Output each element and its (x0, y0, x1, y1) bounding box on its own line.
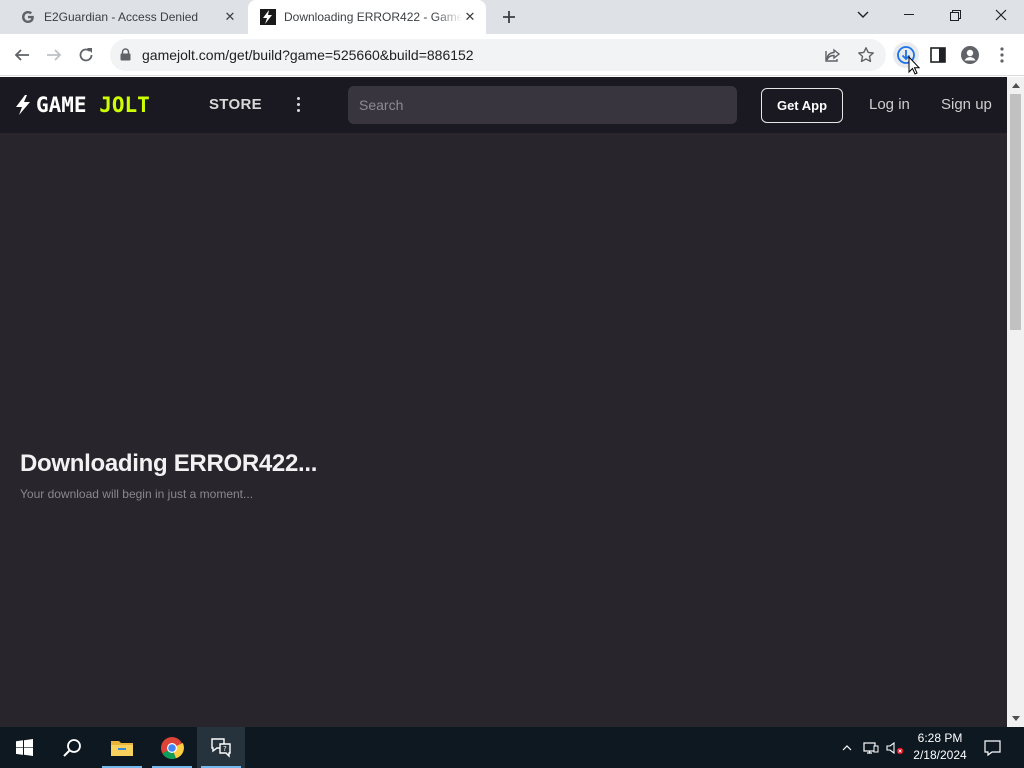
page-viewport: GAME JOLT STORE Get App Log in Sign up D… (0, 77, 1024, 727)
clock-date: 2/18/2024 (913, 748, 967, 762)
notification-center-icon[interactable] (980, 727, 1004, 768)
address-bar[interactable]: gamejolt.com/get/build?game=525660&build… (110, 39, 886, 71)
new-tab-button[interactable] (497, 5, 521, 29)
network-icon[interactable] (860, 727, 882, 768)
side-panel-icon[interactable] (925, 42, 951, 68)
tab-search-icon[interactable] (840, 0, 886, 30)
volume-muted-icon[interactable] (884, 727, 906, 768)
bolt-icon (16, 95, 30, 115)
signup-link[interactable]: Sign up (941, 96, 992, 113)
page-title: Downloading ERROR422... (20, 450, 318, 477)
get-app-button[interactable]: Get App (761, 88, 843, 123)
site-search-input[interactable] (348, 86, 737, 124)
restore-button[interactable] (932, 0, 978, 30)
browser-menu-icon[interactable] (989, 42, 1015, 68)
download-notice: Your download will begin in just a momen… (20, 487, 254, 501)
windows-logo-icon (15, 739, 33, 756)
close-tab-icon[interactable]: ✕ (462, 9, 478, 25)
file-explorer-icon[interactable] (98, 727, 146, 768)
forward-button[interactable] (40, 41, 68, 69)
minimize-button[interactable] (886, 0, 932, 30)
gamejolt-icon (260, 9, 276, 25)
tab-title: E2Guardian - Access Denied (44, 10, 199, 24)
tab-title: Downloading ERROR422 - Game Jolt (284, 10, 462, 24)
clock-time: 6:28 PM (917, 731, 963, 745)
store-link[interactable]: STORE (209, 96, 262, 113)
system-clock[interactable]: 6:28 PM 2/18/2024 (905, 730, 975, 764)
feedback-hub-icon[interactable]: ? (197, 727, 245, 768)
bookmark-star-icon[interactable] (857, 46, 875, 69)
login-link[interactable]: Log in (869, 96, 910, 113)
share-icon[interactable] (824, 46, 842, 69)
site-header: GAME JOLT STORE Get App Log in Sign up (0, 77, 1007, 133)
scroll-up-arrow-icon[interactable] (1007, 77, 1024, 94)
logo-jolt-text: JOLT (99, 93, 150, 117)
logo-game-text: GAME (36, 93, 87, 117)
tab-strip: E2Guardian - Access Denied ✕ Downloading… (0, 0, 1024, 34)
close-window-button[interactable] (978, 0, 1024, 30)
google-g-icon (20, 9, 36, 25)
tab-gamejolt[interactable]: Downloading ERROR422 - Game Jolt ✕ (248, 0, 486, 34)
profile-avatar-icon[interactable] (957, 42, 983, 68)
more-menu-icon[interactable] (290, 93, 306, 115)
reload-button[interactable] (72, 41, 100, 69)
show-hidden-icons-chevron-icon[interactable] (838, 727, 856, 768)
page-scrollbar[interactable] (1007, 77, 1024, 727)
windows-taskbar: ? 6:28 PM 2/18/2024 (0, 727, 1024, 768)
mouse-cursor-icon (908, 55, 921, 80)
back-button[interactable] (8, 41, 36, 69)
tab-e2guardian[interactable]: E2Guardian - Access Denied ✕ (8, 0, 246, 34)
url-text: gamejolt.com/get/build?game=525660&build… (142, 47, 474, 63)
browser-toolbar: gamejolt.com/get/build?game=525660&build… (0, 34, 1024, 76)
lock-icon[interactable] (120, 48, 131, 66)
chrome-icon[interactable] (148, 727, 196, 768)
scroll-down-arrow-icon[interactable] (1007, 710, 1024, 727)
search-icon[interactable] (48, 727, 96, 768)
gamejolt-logo[interactable]: GAME JOLT (14, 93, 150, 117)
close-tab-icon[interactable]: ✕ (222, 9, 238, 25)
start-button[interactable] (0, 727, 48, 768)
scrollbar-thumb[interactable] (1010, 94, 1021, 330)
svg-text:?: ? (223, 745, 227, 753)
